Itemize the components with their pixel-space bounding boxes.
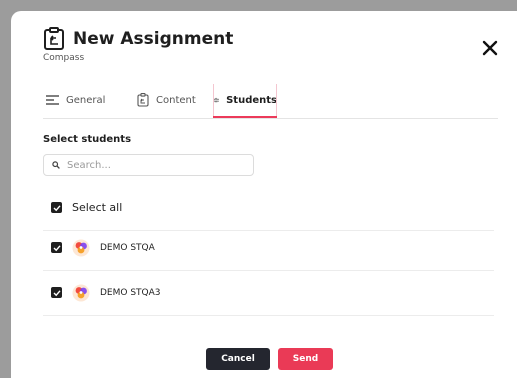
student-checkbox[interactable] [51, 287, 62, 298]
tab-label: Students [226, 94, 277, 106]
tab-bar: General Content Students [43, 84, 498, 119]
avatar [72, 284, 90, 301]
student-name: DEMO STQA [100, 242, 155, 253]
avatar [72, 239, 90, 256]
clipboard-icon [137, 93, 149, 107]
dialog-header: New Assignment [43, 27, 233, 51]
lines-icon [46, 95, 59, 105]
search-input[interactable] [65, 158, 249, 172]
check-icon [53, 244, 61, 251]
tab-label: Content [156, 94, 196, 106]
check-icon [53, 289, 61, 296]
search-field[interactable] [43, 154, 254, 176]
list-item[interactable]: DEMO STQA3 [43, 270, 494, 316]
select-all-checkbox[interactable] [51, 202, 62, 213]
close-icon[interactable] [481, 39, 499, 57]
list-item[interactable]: DEMO STQA [43, 225, 494, 271]
tab-students[interactable]: Students [213, 84, 277, 118]
clipboard-icon [44, 27, 64, 50]
check-icon [53, 204, 61, 211]
tab-general[interactable]: General [46, 84, 105, 116]
search-icon [52, 161, 60, 169]
cancel-button[interactable]: Cancel [206, 348, 270, 370]
send-button[interactable]: Send [278, 348, 333, 370]
students-icon [213, 97, 220, 103]
select-all-label: Select all [72, 201, 123, 214]
new-assignment-dialog: New Assignment Compass General Content S… [11, 11, 517, 378]
tab-content[interactable]: Content [137, 84, 196, 116]
dialog-title: New Assignment [73, 29, 234, 49]
section-title: Select students [43, 134, 132, 145]
student-name: DEMO STQA3 [100, 287, 161, 298]
tab-label: General [66, 94, 106, 106]
student-checkbox[interactable] [51, 242, 62, 253]
dialog-subtitle: Compass [43, 53, 85, 63]
